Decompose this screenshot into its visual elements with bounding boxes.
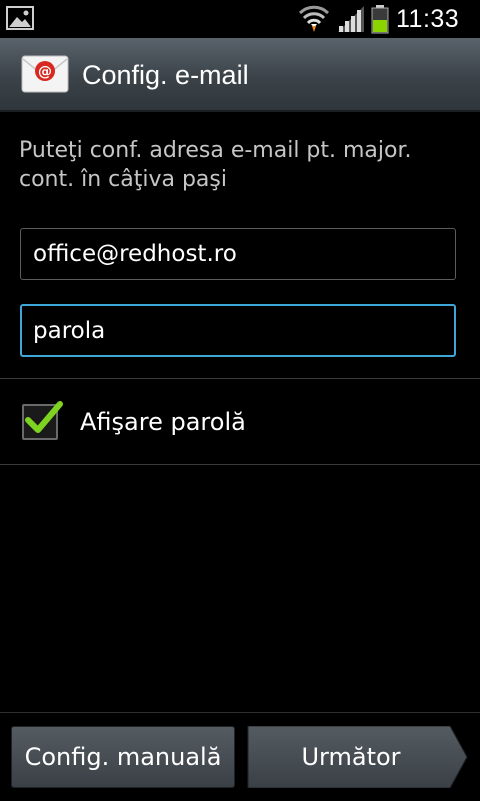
page-title: Config. e-mail: [82, 60, 249, 90]
signal-icon: [338, 6, 364, 32]
manual-setup-button[interactable]: Config. manuală: [11, 726, 235, 788]
gallery-notification-icon: [6, 6, 34, 30]
status-time: 11:33: [396, 5, 460, 33]
divider: [0, 378, 480, 379]
action-bar: @ Config. e-mail: [0, 38, 480, 112]
password-field[interactable]: [20, 304, 456, 357]
wifi-icon: [298, 5, 330, 32]
svg-text:@: @: [38, 64, 52, 80]
button-bar: Config. manuală Următor: [0, 712, 480, 801]
divider: [0, 464, 480, 465]
status-bar: 11:33: [0, 0, 480, 38]
email-app-icon: @: [21, 55, 69, 93]
show-password-checkbox[interactable]: [22, 401, 63, 440]
battery-icon: [371, 5, 389, 34]
show-password-label[interactable]: Afişare parolă: [80, 404, 246, 440]
checkmark-icon: [25, 401, 63, 433]
next-label: Următor: [301, 743, 401, 771]
manual-setup-label: Config. manuală: [24, 743, 222, 771]
setup-description: Puteţi conf. adresa e-mail pt. major. co…: [19, 138, 412, 192]
next-button[interactable]: Următor: [246, 726, 468, 788]
email-field[interactable]: [20, 228, 456, 280]
